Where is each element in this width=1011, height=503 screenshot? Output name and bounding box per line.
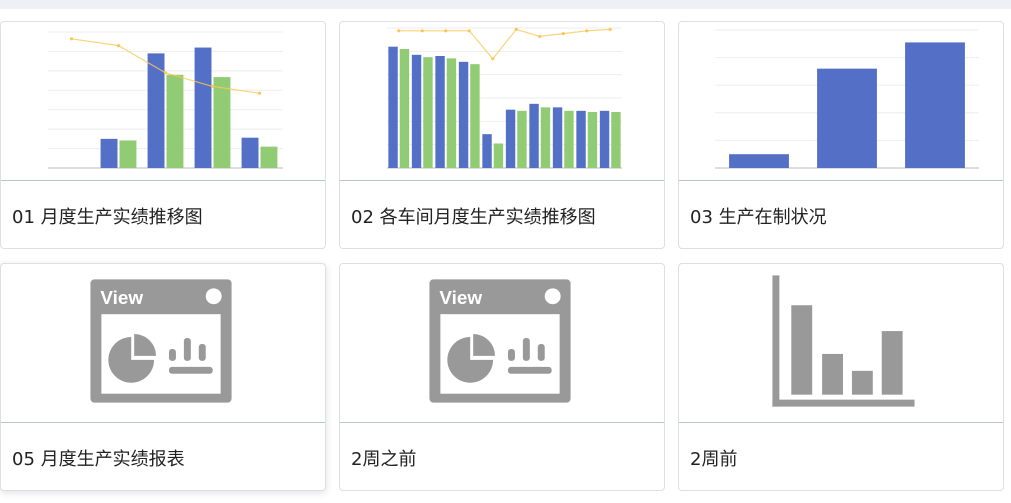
chart-point [397, 29, 401, 33]
chart-bar [458, 61, 469, 169]
card-title: 01 月度生产实绩推移图 [12, 207, 203, 228]
chart-bar [435, 56, 445, 168]
chart-bar [470, 64, 480, 168]
chart-bar [388, 46, 398, 168]
chart-bar [260, 146, 278, 168]
chart-point [585, 29, 589, 33]
chart-point [116, 44, 121, 48]
chart-bar [564, 110, 574, 168]
chart-point [420, 29, 424, 33]
card-thumbnail: View [340, 264, 664, 423]
chart-bar [817, 68, 877, 168]
chart-bar [552, 107, 563, 168]
report-card-workshop-production[interactable]: 02 各车间月度生产实绩推移图 [339, 21, 665, 249]
report-card-two-weeks-ago-view[interactable]: View 2周之前 [339, 263, 665, 491]
top-bar [0, 0, 1011, 9]
card-thumbnail [1, 22, 325, 181]
chart-bar [119, 140, 137, 168]
chart-bar [729, 154, 789, 168]
chart-point [608, 27, 612, 31]
chart-line [71, 38, 260, 94]
report-card-two-weeks-ago-chart[interactable]: 2周前 [678, 263, 1004, 491]
card-thumbnail [340, 22, 664, 181]
chart-bar [194, 47, 212, 168]
view-icon-label: View [100, 288, 143, 309]
chart-bar [166, 74, 184, 168]
chart-point [257, 91, 262, 95]
chart-bar [399, 49, 410, 168]
chart-point [69, 37, 74, 41]
chart-bar [411, 54, 422, 169]
chart-bar [241, 137, 259, 168]
bar-chart-icon [772, 275, 915, 407]
chart-bar [423, 57, 433, 168]
chart-thumbnail-1 [387, 27, 622, 169]
chart-bar [446, 58, 457, 169]
chart-bar [482, 134, 492, 168]
view-icon-label: View [439, 288, 482, 309]
card-thumbnail [679, 22, 1003, 181]
chart-point [538, 34, 542, 38]
chart-point [514, 27, 518, 31]
chart-bar [505, 109, 516, 168]
chart-bar [540, 107, 551, 168]
card-title: 02 各车间月度生产实绩推移图 [351, 207, 596, 228]
chart-bar [611, 112, 621, 168]
report-card-monthly-production[interactable]: 01 月度生产实绩推移图 [0, 21, 326, 249]
card-title: 03 生产在制状况 [690, 207, 827, 228]
card-thumbnail: View [1, 264, 325, 423]
chart-bar [576, 110, 586, 168]
chart-point [561, 32, 565, 36]
chart-bar [493, 143, 504, 168]
chart-bar [517, 110, 527, 168]
card-title: 2周前 [690, 449, 738, 470]
chart-bar [529, 103, 539, 168]
chart-bar [599, 110, 610, 168]
card-title: 2周之前 [351, 449, 417, 470]
card-title: 05 月度生产实绩报表 [12, 449, 185, 470]
chart-line [398, 28, 611, 60]
chart-point [163, 71, 168, 75]
report-card-monthly-report-table[interactable]: View 05 月度生产实绩报表 [0, 263, 326, 491]
view-dashboard-icon: View [90, 279, 232, 403]
chart-bar [905, 42, 965, 168]
chart-bar [100, 138, 118, 168]
card-thumbnail [679, 264, 1003, 423]
report-card-wip-status[interactable]: 03 生产在制状况 [678, 21, 1004, 249]
chart-point [210, 84, 215, 88]
chart-point [491, 57, 495, 61]
chart-thumbnail-0 [48, 31, 283, 169]
view-dashboard-icon: View [429, 279, 571, 403]
chart-point [467, 29, 471, 33]
chart-thumbnail-2 [715, 29, 979, 169]
chart-bar [213, 77, 231, 168]
chart-point [444, 29, 448, 33]
chart-bar [587, 112, 598, 168]
